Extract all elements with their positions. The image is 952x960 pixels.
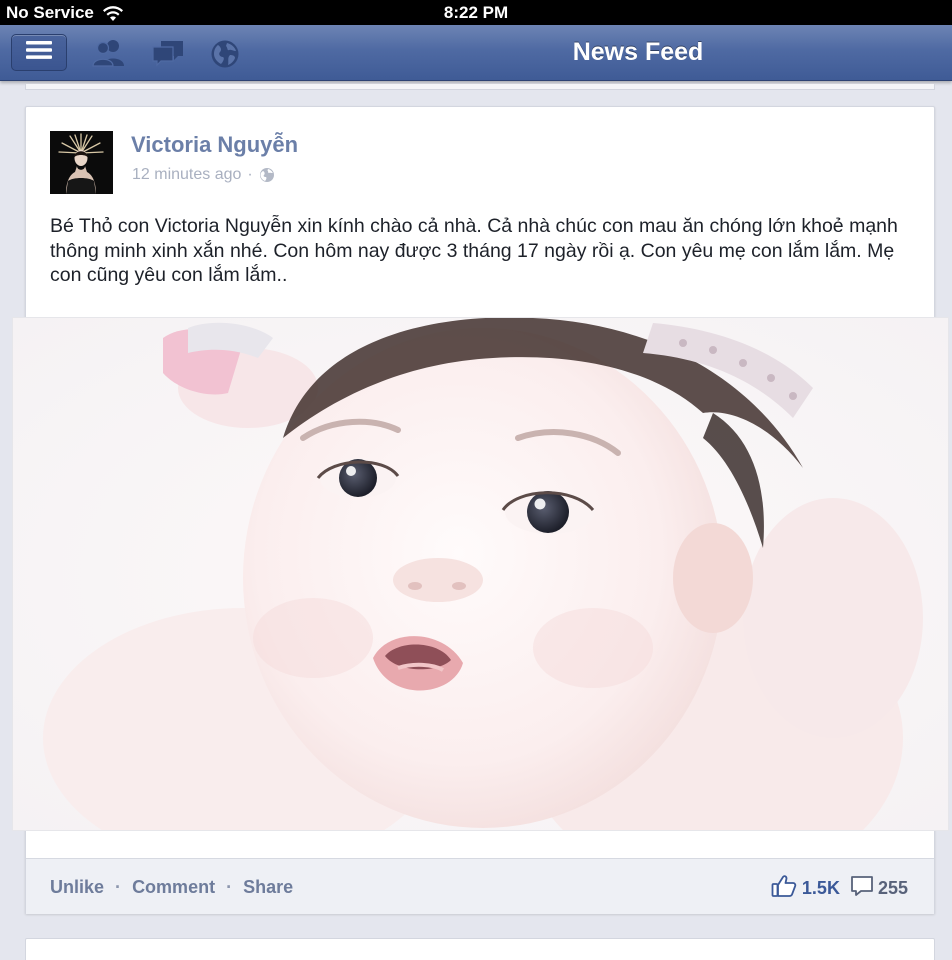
- story-card: Victoria Nguyễn 12 minutes ago · Bé Thỏ …: [12, 106, 949, 914]
- post-text: Bé Thỏ con Victoria Nguyễn xin kính chào…: [50, 215, 898, 286]
- previous-story-edge: [25, 84, 935, 90]
- post-timestamp[interactable]: 12 minutes ago: [132, 166, 241, 184]
- comment-icon: [850, 874, 874, 903]
- notifications-globe-icon[interactable]: [210, 39, 240, 74]
- action-separator: ·: [115, 877, 122, 897]
- next-story-card: [25, 938, 935, 960]
- like-icon: [771, 874, 797, 903]
- nav-bar: News Feed: [0, 25, 952, 81]
- page-title: News Feed: [572, 38, 704, 66]
- avatar[interactable]: [50, 131, 113, 194]
- like-count: 1.5K: [801, 878, 840, 898]
- menu-button[interactable]: [11, 34, 67, 71]
- share-button[interactable]: Share: [243, 877, 293, 897]
- post-photo[interactable]: [12, 317, 949, 831]
- story-counts[interactable]: 1.5K 255: [771, 874, 908, 903]
- messages-icon[interactable]: [151, 39, 185, 72]
- action-bar: Unlike · Comment · Share 1.5K 255: [26, 858, 934, 914]
- action-separator: ·: [226, 877, 233, 897]
- unlike-button[interactable]: Unlike: [50, 877, 104, 897]
- menu-icon: [26, 40, 52, 65]
- author-name[interactable]: Victoria Nguyễn: [131, 132, 298, 158]
- comment-button[interactable]: Comment: [132, 877, 215, 897]
- post-meta: 12 minutes ago ·: [132, 166, 275, 184]
- story-actions: Unlike · Comment · Share: [50, 877, 293, 898]
- globe-icon: [259, 167, 275, 183]
- comment-count: 255: [877, 878, 908, 898]
- friends-icon[interactable]: [92, 39, 126, 72]
- status-bar: No Service 8:22 PM: [0, 0, 952, 25]
- meta-separator: ·: [247, 166, 253, 183]
- status-time: 8:22 PM: [443, 3, 509, 22]
